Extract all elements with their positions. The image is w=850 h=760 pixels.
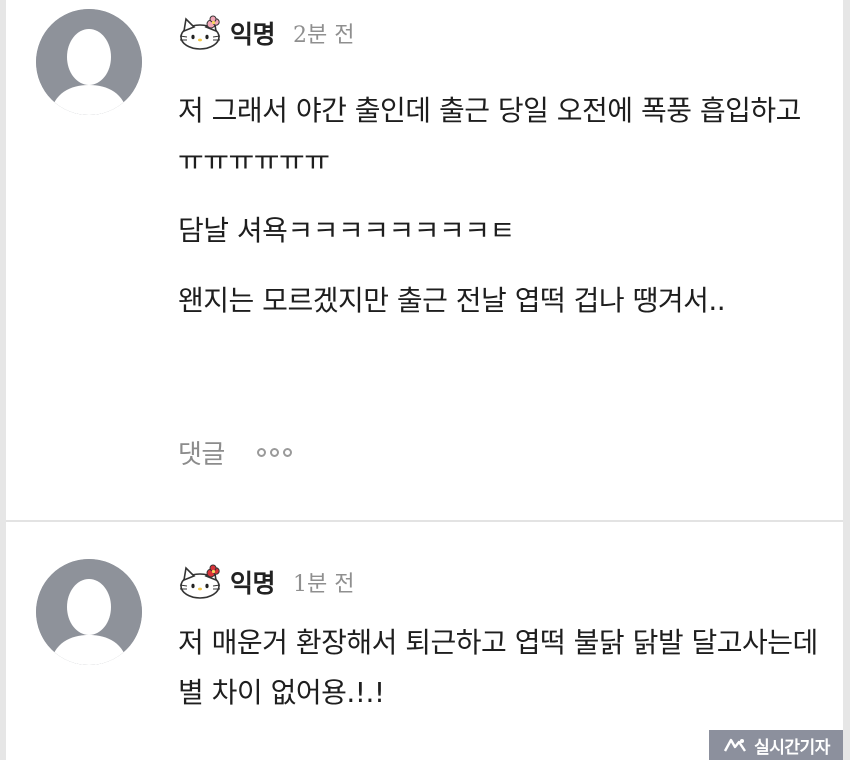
watermark-text: 실시간기자 [754,737,830,758]
comment-text: 저 매운거 환장해서 퇴근하고 엽떡 불닭 닭발 달고사는데 별 차이 없어용.… [178,626,818,709]
hello-kitty-icon [178,564,222,600]
watermark-logo-icon [722,736,748,754]
screenshot-page: 익명 2분 전 저 그래서 야간 출인데 출근 당일 오전에 폭풍 흡입하고 ㅠ… [0,0,850,760]
comment-text: 왠지는 모르겠지만 출근 전날 엽떡 겁나 땡겨서.. [178,284,726,317]
comment-text: 담날 셔욕ㅋㅋㅋㅋㅋㅋㅋㅋㅌ [178,214,515,247]
user-silhouette-icon [36,9,142,115]
comment-meta: 익명 2분 전 [178,13,355,53]
more-dot-icon [269,447,279,457]
comment-actions: 댓글 [178,430,292,474]
user-silhouette-icon [36,559,142,665]
more-options-button[interactable] [256,447,292,457]
comment-item: 익명 2분 전 저 그래서 야간 출인데 출근 당일 오전에 폭풍 흡입하고 ㅠ… [0,0,850,521]
avatar[interactable] [36,9,142,115]
comment-body: 저 그래서 야간 출인데 출근 당일 오전에 폭풍 흡입하고 ㅠㅠㅠㅠㅠㅠ 담날… [178,86,818,346]
more-dot-icon [256,447,266,457]
author-name[interactable]: 익명 [230,15,276,51]
watermark: 실시간기자 [709,730,843,760]
comment-meta: 익명 1분 전 [178,562,355,602]
reply-button[interactable]: 댓글 [178,434,225,471]
hello-kitty-icon [178,15,222,51]
comment-time: 1분 전 [293,572,355,597]
author-name[interactable]: 익명 [230,564,276,600]
comment-body: 저 매운거 환장해서 퇴근하고 엽떡 불닭 닭발 달고사는데 별 차이 없어용.… [178,618,818,738]
comment-item: 익명 1분 전 저 매운거 환장해서 퇴근하고 엽떡 불닭 닭발 달고사는데 별… [0,522,850,760]
comment-text: 저 그래서 야간 출인데 출근 당일 오전에 폭풍 흡입하고 ㅠㅠㅠㅠㅠㅠ [178,94,801,177]
comment-time: 2분 전 [293,23,355,48]
avatar[interactable] [36,559,142,665]
more-dot-icon [282,447,292,457]
